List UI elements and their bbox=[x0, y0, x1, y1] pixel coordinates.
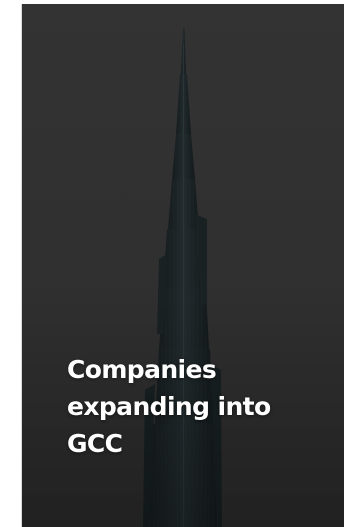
promo-card[interactable]: Companies expanding into GCC bbox=[21, 4, 344, 527]
card-left-border bbox=[21, 4, 22, 527]
card-headline[interactable]: Companies expanding into GCC bbox=[67, 351, 327, 462]
